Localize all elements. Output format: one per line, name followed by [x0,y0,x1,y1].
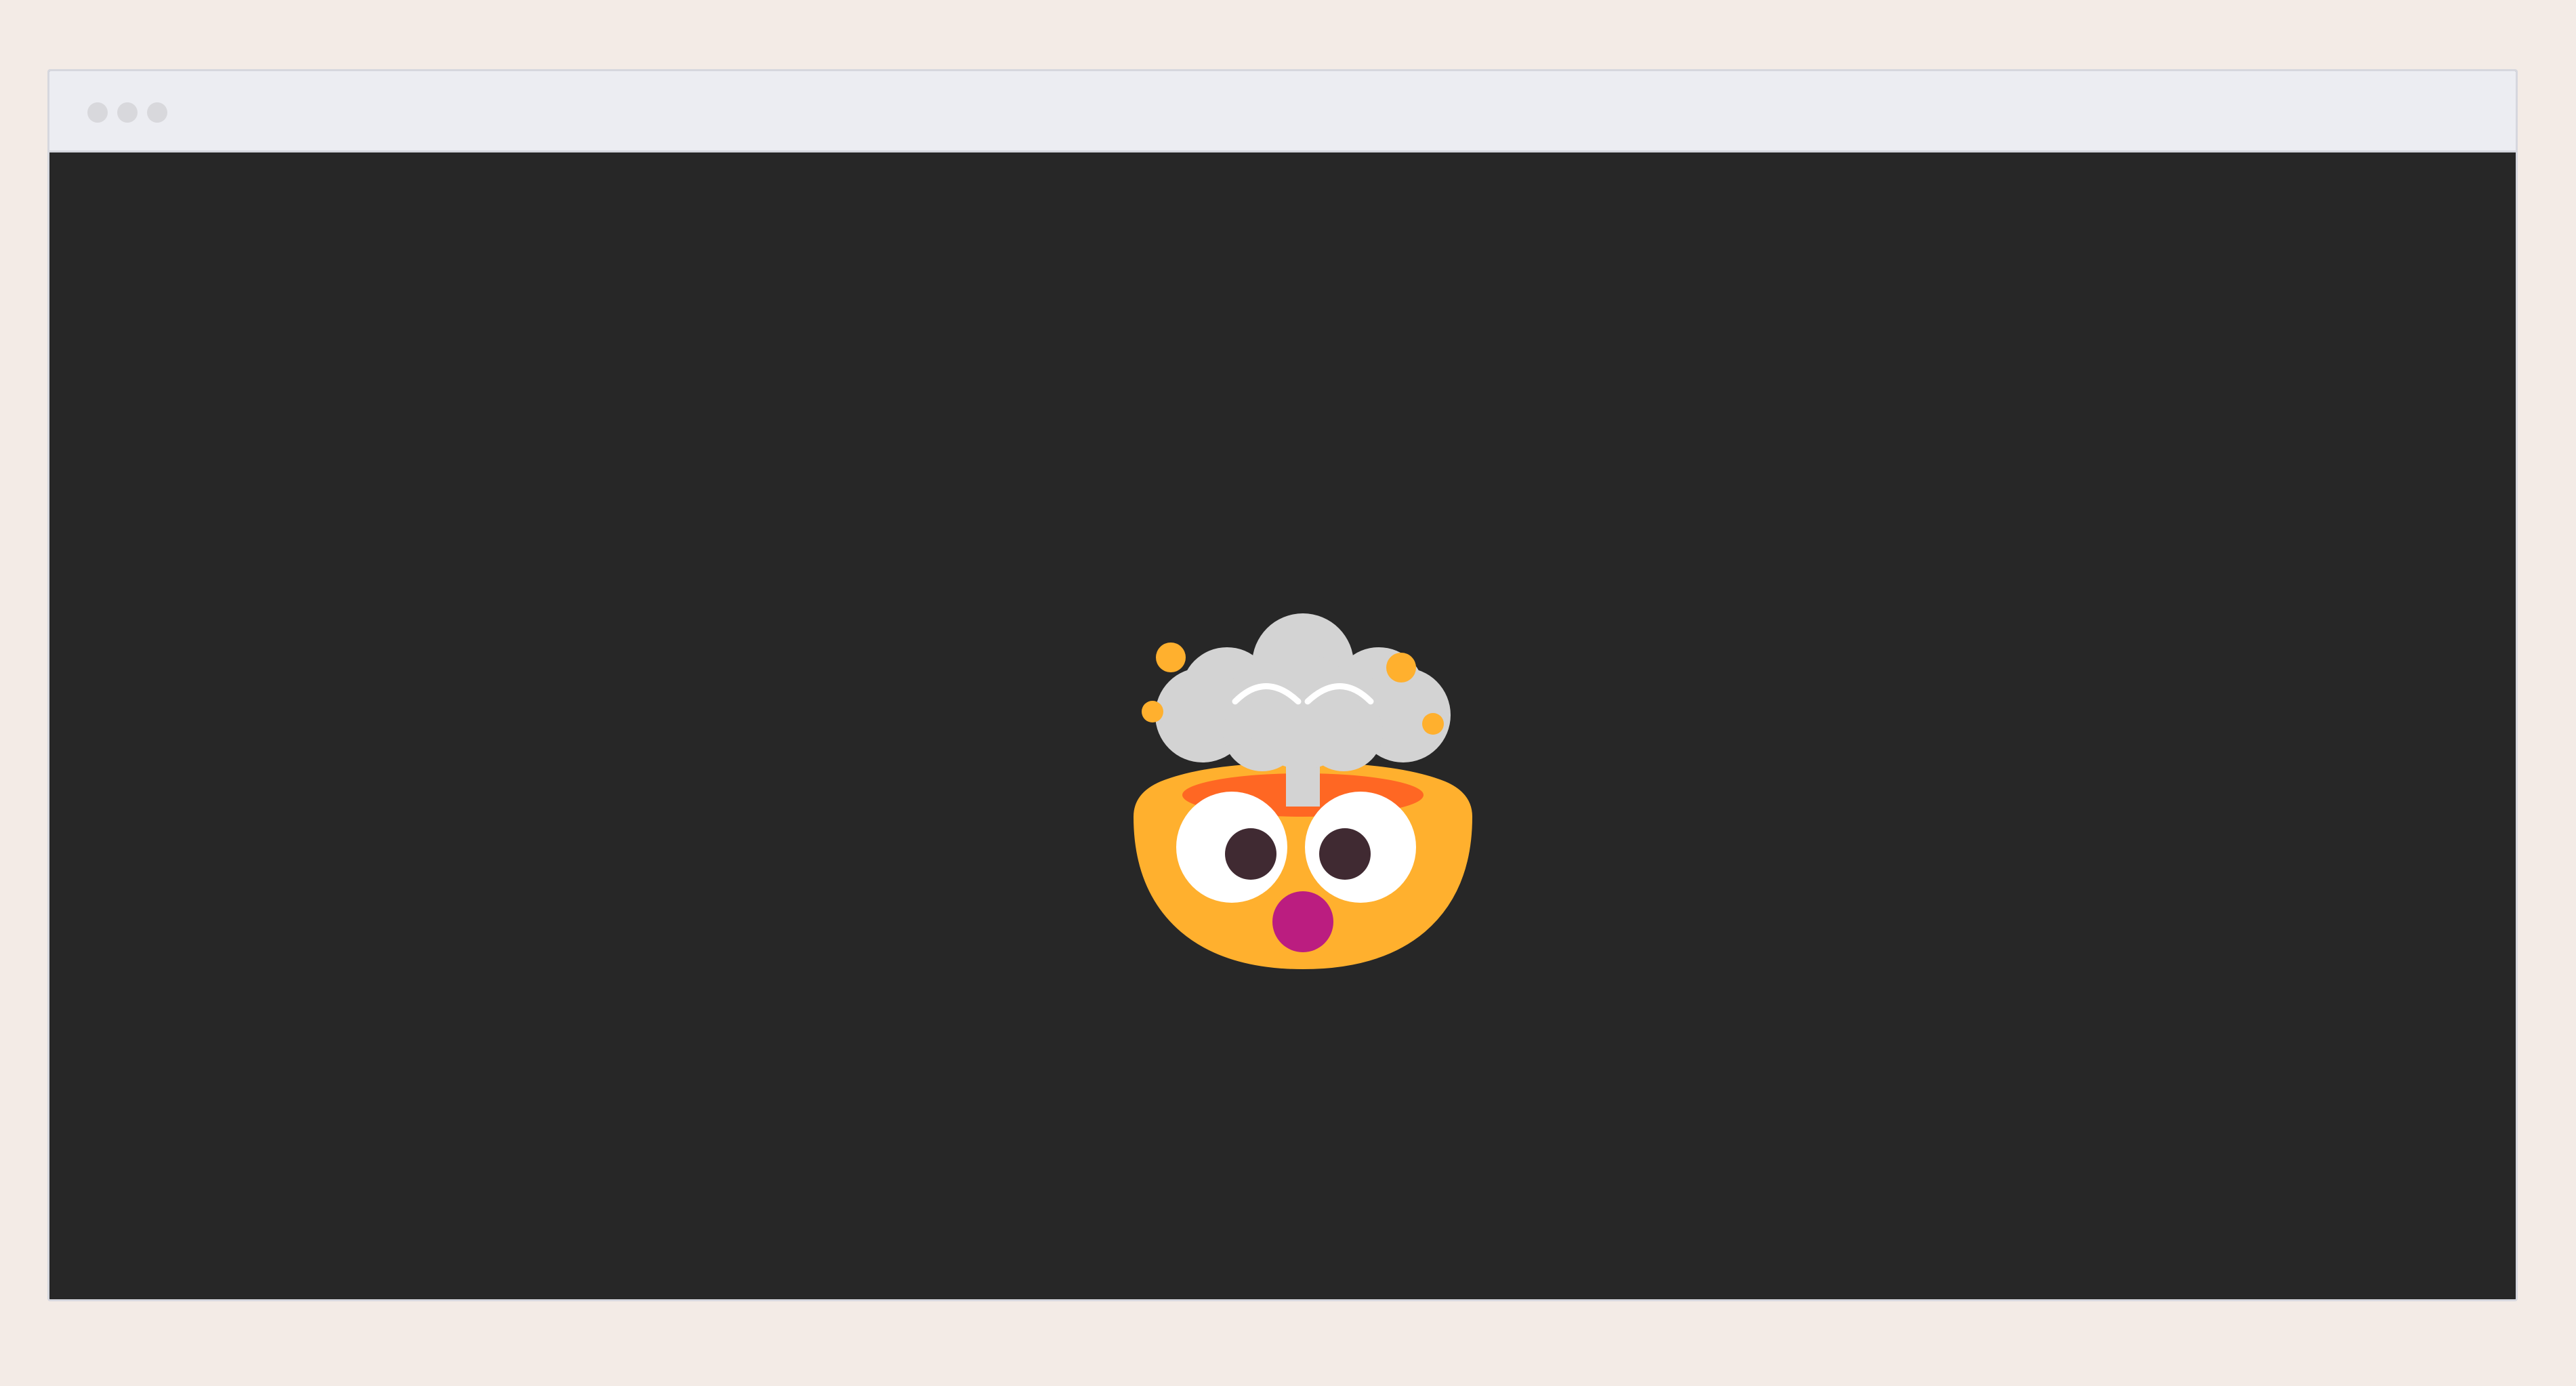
mouth [1272,891,1333,952]
exploding-head-emoji-icon [1134,613,1472,969]
page-viewport [49,152,2516,1299]
window-control-dot[interactable] [147,102,167,123]
explosion-cloud [1155,613,1451,771]
right-pupil [1319,828,1371,880]
left-pupil [1225,828,1276,880]
window-control-dot[interactable] [87,102,108,123]
window-control-dot[interactable] [117,102,138,123]
window-titlebar [49,71,2516,152]
browser-window [47,69,2518,1301]
